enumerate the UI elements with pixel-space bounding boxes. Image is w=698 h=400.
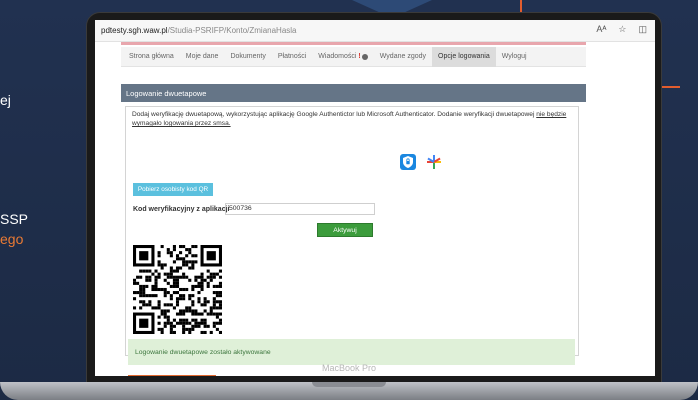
google-authenticator-icon (426, 154, 442, 170)
laptop-base (0, 382, 698, 400)
verification-code-input[interactable]: 500736 (225, 203, 375, 215)
panel-title: Logowanie dwuetapowe (121, 84, 586, 102)
qr-code-image (133, 245, 222, 334)
main-nav: Strona główna Moje dane Dokumenty Płatno… (121, 46, 586, 67)
panel-description: Dodaj weryfikację dwuetapową, wykorzystu… (132, 110, 577, 128)
nav-item-logout[interactable]: Wyloguj (496, 47, 533, 67)
browser-screen: pdtesty.sgh.waw.pl/Studia-PSRIFP/Konto/Z… (95, 20, 655, 376)
nav-item-home[interactable]: Strona główna (123, 47, 180, 67)
side-text-2: SSP (0, 211, 29, 227)
url-host: pdtesty.sgh.waw.pl (101, 26, 168, 35)
nav-item-my-data[interactable]: Moje dane (180, 47, 225, 67)
url-path: /Studia-PSRIFP/Konto/ZmianaHasla (167, 26, 297, 35)
top-accent-bar (121, 42, 586, 45)
bottom-accent-bar (128, 375, 216, 376)
nav-item-messages-label: Wiadomości (318, 53, 357, 60)
alert-icon: ! (358, 53, 361, 60)
nav-item-messages[interactable]: Wiadomości ! (312, 47, 373, 67)
microsoft-authenticator-icon (400, 154, 416, 170)
side-text-3: ego (0, 231, 24, 247)
side-text-1: ej (0, 92, 11, 108)
description-text: Dodaj weryfikację dwuetapową, wykorzystu… (132, 111, 537, 118)
reader-mode-icon[interactable]: Aᴬ (596, 24, 606, 35)
nav-item-login-options[interactable]: Opcje logowania (432, 46, 496, 67)
favorite-star-icon[interactable]: ☆ (618, 24, 626, 35)
nav-item-payments[interactable]: Płatności (272, 47, 312, 67)
activate-button[interactable]: Aktywuj (317, 223, 373, 237)
split-screen-icon[interactable]: ◫ (638, 24, 647, 35)
laptop-notch (312, 382, 386, 387)
download-qr-button[interactable]: Pobierz osobisty kod QR (133, 183, 213, 196)
success-alert: Logowanie dwuetapowe zostało aktywowane (128, 339, 575, 365)
info-icon (361, 53, 368, 60)
code-label: Kod weryfikacyjny z aplikacji (133, 206, 230, 213)
laptop-model-label: MacBook Pro (321, 363, 377, 373)
nav-item-documents[interactable]: Dokumenty (224, 47, 271, 67)
address-bar[interactable]: pdtesty.sgh.waw.pl/Studia-PSRIFP/Konto/Z… (95, 20, 655, 42)
nav-item-consents[interactable]: Wydane zgody (374, 47, 432, 67)
